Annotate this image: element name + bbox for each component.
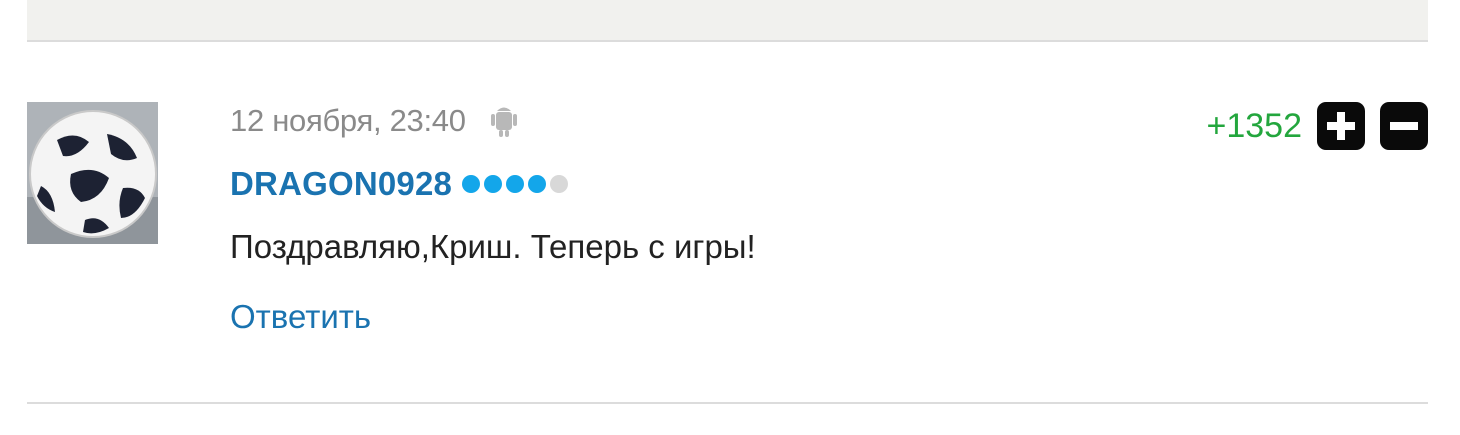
downvote-button[interactable] <box>1380 102 1428 150</box>
comment-date: 12 ноября, 23:40 <box>230 103 466 138</box>
author-link[interactable]: DRAGON0928 <box>230 165 452 203</box>
comment-score: +1352 <box>1206 106 1303 145</box>
comments-page: 12 ноября, 23:40 DRAGON0928 Поздравляю,К… <box>0 0 1460 435</box>
comment-item: 12 ноября, 23:40 DRAGON0928 Поздравляю,К… <box>27 42 1428 404</box>
android-icon <box>490 104 518 138</box>
rating-dot <box>550 175 569 193</box>
rating-dot <box>484 175 503 193</box>
rating-dot <box>462 175 481 193</box>
upvote-button[interactable] <box>1317 102 1365 150</box>
soccer-ball-avatar <box>27 102 158 244</box>
previous-comment-area <box>27 0 1428 42</box>
comment-text: Поздравляю,Криш. Теперь с игры! <box>230 228 756 265</box>
divider <box>27 402 1428 404</box>
rating-dot <box>506 175 525 193</box>
minus-icon <box>1390 122 1418 130</box>
avatar[interactable] <box>27 102 158 244</box>
vote-controls: +1352 <box>1206 102 1428 150</box>
rating-dot <box>528 175 547 193</box>
reply-link[interactable]: Ответить <box>230 298 371 336</box>
comment-meta: 12 ноября, 23:40 <box>230 102 518 140</box>
author-rating <box>462 175 569 193</box>
plus-icon-vertical <box>1337 112 1345 140</box>
author-row: DRAGON0928 <box>230 164 569 204</box>
